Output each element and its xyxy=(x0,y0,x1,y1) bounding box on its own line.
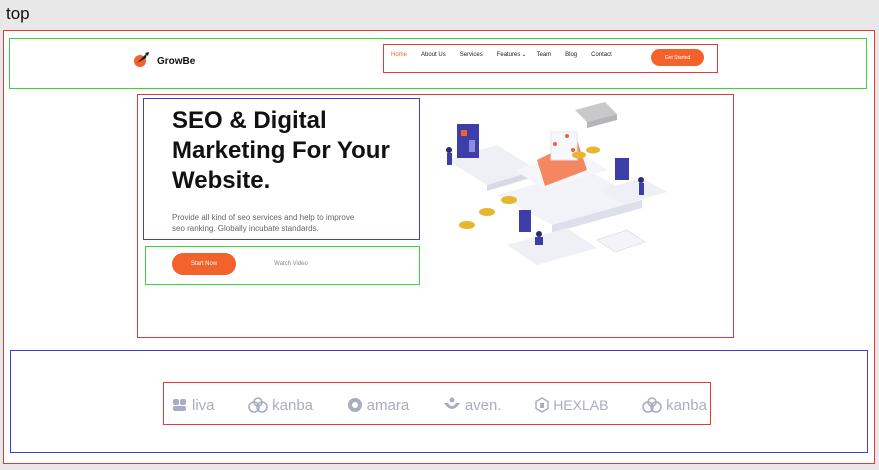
partner-logo: kanba xyxy=(642,397,707,414)
nav-blog[interactable]: Blog xyxy=(565,52,577,58)
nav-about-us[interactable]: About Us xyxy=(421,52,446,58)
partner-name: amara xyxy=(366,396,410,414)
hexlab-icon xyxy=(535,397,549,413)
partner-logo: amara xyxy=(347,396,410,414)
top-label: top xyxy=(6,4,30,23)
nav-services[interactable]: Services xyxy=(460,52,483,58)
hero-subtitle: Provide all kind of seo services and hel… xyxy=(172,212,402,234)
get-started-button[interactable]: Get Started xyxy=(651,49,704,66)
hero-subtitle-line: seo ranking. Globally incubate standards… xyxy=(172,224,319,233)
rocket-icon xyxy=(133,51,151,72)
partner-name: HEXLAB xyxy=(553,397,609,413)
partner-name: liva xyxy=(192,396,215,414)
amara-icon xyxy=(347,397,363,413)
partner-name: aven. xyxy=(464,396,502,414)
aven-icon xyxy=(443,397,461,413)
hero-illustration xyxy=(427,100,677,280)
partner-logos: liva kanba amara aven. HEXLAB kanba xyxy=(172,394,707,416)
watch-video-button[interactable]: Watch Video xyxy=(263,253,319,275)
nav-features-label: Features xyxy=(496,52,521,58)
top-nav: Home About Us Services Features⌄ Team Bl… xyxy=(391,51,626,59)
partner-logo: liva xyxy=(172,397,215,414)
brand-logo[interactable]: GrowBe xyxy=(133,51,195,72)
start-now-button[interactable]: Start Now xyxy=(172,253,236,275)
kanba-icon xyxy=(642,397,662,413)
chevron-down-icon: ⌄ xyxy=(521,52,527,58)
nav-team[interactable]: Team xyxy=(536,52,551,58)
hero-title-line: SEO & Digital xyxy=(172,107,327,134)
hero-title: SEO & Digital Marketing For Your Website… xyxy=(172,106,390,196)
partner-logo: kanba xyxy=(248,397,313,414)
liva-icon xyxy=(172,397,188,413)
nav-contact[interactable]: Contact xyxy=(591,52,612,58)
kanba-icon xyxy=(248,397,268,413)
hero-subtitle-line: Provide all kind of seo services and hel… xyxy=(172,213,355,222)
brand-name: GrowBe xyxy=(157,56,196,67)
partner-logo: aven. xyxy=(443,397,502,414)
partner-name: kanba xyxy=(272,396,314,414)
partner-name: kanba xyxy=(666,396,707,414)
nav-home[interactable]: Home xyxy=(391,52,407,58)
partner-logo: HEXLAB xyxy=(535,397,608,413)
nav-features[interactable]: Features⌄ xyxy=(497,51,527,58)
hero-title-line: Marketing For Your xyxy=(172,137,390,164)
hero-title-line: Website. xyxy=(172,167,271,194)
